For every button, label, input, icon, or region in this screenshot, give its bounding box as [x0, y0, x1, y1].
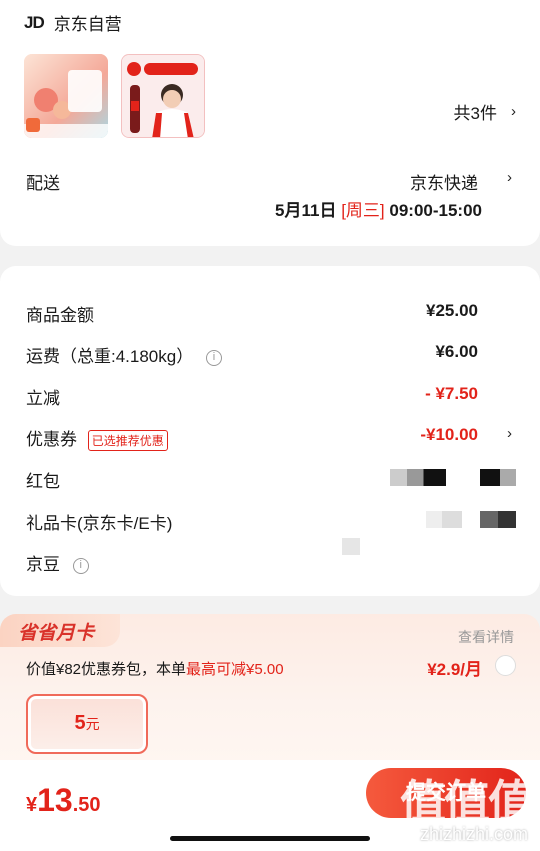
product-image-2 — [122, 55, 204, 137]
redacted-mosaic — [390, 469, 446, 486]
shipping-value: ¥6.00 — [435, 342, 478, 361]
chevron-right-icon: › — [511, 103, 516, 120]
redacted-mosaic — [480, 511, 516, 528]
redacted-mosaic — [426, 511, 462, 528]
watermark-url: zhizhizhi.com — [419, 824, 528, 844]
delivery-label: 配送 — [26, 174, 60, 193]
redacted-mosaic — [342, 538, 360, 555]
coupon-ticket[interactable]: 5元 — [26, 694, 148, 754]
item-count: 共3件 — [453, 104, 497, 123]
coupon-ticket-amount: 5元 — [74, 712, 100, 734]
coupon-label: 优惠券 — [26, 430, 77, 449]
view-details-link[interactable]: 查看详情 — [458, 627, 514, 647]
shipping-row: 运费（总重:4.180kg） i ¥6.00 — [26, 342, 516, 367]
shop-header[interactable]: JD 京东自营 — [24, 10, 122, 35]
monthly-card-desc-highlight: 最高可减¥5.00 — [186, 661, 284, 678]
delivery-time-range: 09:00-15:00 — [389, 201, 482, 220]
coupon-value: -¥10.00 — [420, 425, 478, 444]
gift-card-label: 礼品卡(京东卡/E卡) — [26, 514, 173, 533]
goods-amount-value: ¥25.00 — [426, 301, 478, 320]
jd-logo: JD — [24, 12, 45, 32]
jingdou-row[interactable]: 京豆 i — [26, 538, 516, 575]
delivery-time: 5月11日 [周三] 09:00-15:00 — [26, 196, 516, 221]
red-packet-label: 红包 — [26, 472, 60, 491]
jingdou-label: 京豆 — [26, 555, 60, 574]
shop-name: 京东自营 — [53, 15, 122, 34]
monthly-card-checkbox[interactable] — [495, 655, 516, 676]
bottom-checkout-bar: ¥13.50 提交订单 值值值 zhizhizhi.com — [0, 760, 540, 851]
instant-discount-label: 立减 — [26, 389, 60, 408]
monthly-card-badge: 省省月卡 — [0, 614, 120, 647]
chevron-right-icon: › — [507, 169, 512, 186]
monthly-card-desc: 价值¥82优惠券包，本单最高可减¥5.00 — [26, 658, 284, 679]
shop-card: JD 京东自营 共3件 › 配送 京东快递 › 5月11日 [周三] 09:00… — [0, 0, 540, 246]
chevron-right-icon: › — [507, 425, 512, 442]
product-image-1 — [24, 54, 108, 138]
delivery-date: 5月11日 — [275, 201, 337, 220]
goods-amount-label: 商品金额 — [26, 306, 94, 325]
coupon-row[interactable]: 优惠券 已选推荐优惠 -¥10.00 › — [26, 425, 516, 452]
monthly-card-promo: 省省月卡 查看详情 价值¥82优惠券包，本单最高可减¥5.00 ¥2.9/月 5… — [0, 614, 540, 764]
product-thumbnail-1[interactable] — [24, 54, 108, 138]
goods-amount-row: 商品金额 ¥25.00 — [26, 301, 516, 326]
info-icon[interactable]: i — [205, 349, 222, 366]
instant-discount-row: 立减 - ¥7.50 — [26, 384, 516, 409]
info-icon[interactable]: i — [72, 557, 89, 574]
order-total: ¥13.50 — [26, 782, 101, 818]
delivery-carrier: 京东快递 — [410, 174, 478, 193]
fee-card: 商品金额 ¥25.00 运费（总重:4.180kg） i ¥6.00 立减 - … — [0, 266, 540, 596]
gift-card-row[interactable]: 礼品卡(京东卡/E卡) — [26, 509, 516, 534]
coupon-recommended-tag: 已选推荐优惠 — [87, 430, 168, 452]
red-packet-row[interactable]: 红包 — [26, 467, 516, 492]
redacted-mosaic — [480, 469, 516, 486]
item-count-row[interactable]: 共3件 › — [454, 99, 516, 124]
delivery-weekday: [周三] — [341, 201, 385, 220]
delivery-row[interactable]: 配送 京东快递 › — [26, 169, 516, 194]
product-thumbnail-2[interactable] — [121, 54, 205, 138]
instant-discount-value: - ¥7.50 — [425, 384, 478, 403]
watermark-logo: 值值值 — [400, 776, 534, 828]
home-indicator — [170, 836, 370, 841]
shipping-label: 运费（总重:4.180kg） — [26, 347, 194, 366]
monthly-card-desc-prefix: 价值¥82优惠券包，本单 — [26, 661, 187, 678]
monthly-card-price: ¥2.9/月 — [427, 660, 482, 679]
